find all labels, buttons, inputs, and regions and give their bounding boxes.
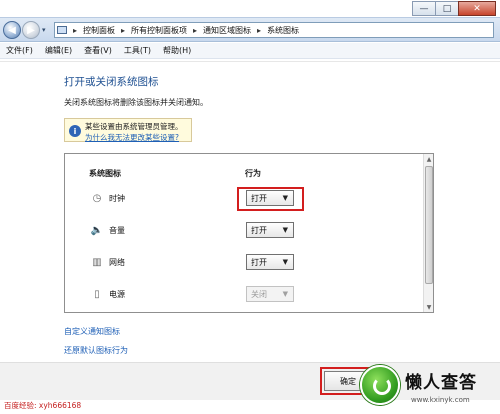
menu-bar: 文件(F) 编辑(E) 查看(V) 工具(T) 帮助(H) — [0, 43, 500, 59]
breadcrumb-control-panel[interactable]: 控制面板 — [83, 25, 115, 36]
menu-tools[interactable]: 工具(T) — [124, 45, 151, 56]
behavior-select[interactable]: 打开 ▼ — [246, 254, 294, 270]
restore-default-behavior-link[interactable]: 还原默认图标行为 — [64, 345, 128, 356]
list-item: 🔈 音量 打开 ▼ — [65, 221, 415, 249]
notice-text: 某些设置由系统管理员管理。 — [85, 122, 183, 131]
dropdown-arrow-icon: ▼ — [282, 258, 288, 266]
window-controls: — □ ✕ — [412, 1, 496, 16]
scroll-up-icon[interactable]: ▲ — [425, 155, 433, 163]
column-header-system-icons: 系统图标 — [89, 169, 121, 178]
breadcrumb-all-items[interactable]: 所有控制面板项 — [131, 25, 187, 36]
recent-pages-dropdown-icon[interactable]: ▾ — [42, 26, 50, 34]
folder-icon — [57, 26, 67, 34]
watermark-text: 百度经验: xyh666168 — [4, 401, 82, 410]
menu-help[interactable]: 帮助(H) — [163, 45, 191, 56]
logo-url-text: www.kxinyk.com — [411, 396, 470, 404]
breadcrumb-separator: ▸ — [73, 25, 78, 35]
ring-icon — [373, 377, 391, 395]
navigation-bar: ◀ ▶ ▾ ▸ 控制面板 ▸ 所有控制面板项 ▸ 通知区域图标 ▸ 系统图标 — [0, 17, 500, 42]
behavior-select-disabled: 关闭 ▼ — [246, 286, 294, 302]
highlight-box — [237, 187, 304, 211]
main-content: 打开或关闭系统图标 关闭系统图标将删除该图标并关闭通知。 i 某些设置由系统管理… — [0, 62, 500, 400]
icon-label: 时钟 — [109, 194, 125, 203]
logo-brand-text: 懒人查答 — [405, 373, 477, 393]
minimize-button[interactable]: — — [412, 1, 436, 16]
icon-label: 音量 — [109, 226, 125, 235]
info-icon: i — [69, 125, 81, 137]
close-button[interactable]: ✕ — [458, 1, 496, 16]
scroll-thumb[interactable] — [425, 166, 433, 284]
back-button[interactable]: ◀ — [3, 21, 21, 39]
site-logo: 懒人查答 www.kxinyk.com — [355, 365, 495, 411]
dropdown-arrow-icon: ▼ — [282, 290, 288, 298]
network-icon: ▥ — [92, 256, 102, 268]
system-icons-list: 系统图标 行为 ◷ 时钟 打开 ▼ 🔈 音量 打开 ▼ ▥ 网络 打开 ▼ ▯ … — [64, 153, 434, 313]
breadcrumb-separator: ▸ — [193, 25, 198, 35]
maximize-button[interactable]: □ — [435, 1, 459, 16]
breadcrumb-separator: ▸ — [121, 25, 126, 35]
why-link[interactable]: 为什么我无法更改某些设置? — [85, 132, 179, 143]
behavior-select[interactable]: 打开 ▼ — [246, 222, 294, 238]
vertical-scrollbar[interactable]: ▲ ▼ — [423, 154, 433, 312]
selected-value: 关闭 — [251, 289, 267, 299]
list-item: ▥ 网络 打开 ▼ — [65, 253, 415, 281]
admin-notice: i 某些设置由系统管理员管理。 为什么我无法更改某些设置? — [64, 118, 192, 142]
clock-icon: ◷ — [92, 192, 102, 204]
speaker-icon: 🔈 — [90, 224, 104, 236]
address-bar[interactable]: ▸ 控制面板 ▸ 所有控制面板项 ▸ 通知区域图标 ▸ 系统图标 — [54, 22, 494, 38]
column-header-behavior: 行为 — [245, 169, 261, 178]
forward-button[interactable]: ▶ — [22, 21, 40, 39]
icon-label: 网络 — [109, 258, 125, 267]
list-item: ▯ 电源 关闭 ▼ — [65, 285, 415, 313]
menu-edit[interactable]: 编辑(E) — [45, 45, 72, 56]
menu-view[interactable]: 查看(V) — [84, 45, 112, 56]
power-icon: ▯ — [94, 288, 100, 300]
refresh-logo-icon — [360, 365, 400, 405]
selected-value: 打开 — [251, 225, 267, 235]
window-chrome: — □ ✕ ◀ ▶ ▾ ▸ 控制面板 ▸ 所有控制面板项 ▸ 通知区域图标 ▸ … — [0, 0, 500, 62]
icon-label: 电源 — [109, 290, 125, 299]
breadcrumb-system-icons[interactable]: 系统图标 — [267, 25, 299, 36]
page-title: 打开或关闭系统图标 — [64, 76, 159, 88]
customize-notification-icons-link[interactable]: 自定义通知图标 — [64, 326, 120, 337]
page-description: 关闭系统图标将删除该图标并关闭通知。 — [64, 98, 208, 107]
scroll-down-icon[interactable]: ▼ — [425, 303, 433, 311]
breadcrumb-separator: ▸ — [257, 25, 262, 35]
menu-file[interactable]: 文件(F) — [6, 45, 33, 56]
dropdown-arrow-icon: ▼ — [282, 226, 288, 234]
breadcrumb-notification-icons[interactable]: 通知区域图标 — [203, 25, 251, 36]
selected-value: 打开 — [251, 257, 267, 267]
